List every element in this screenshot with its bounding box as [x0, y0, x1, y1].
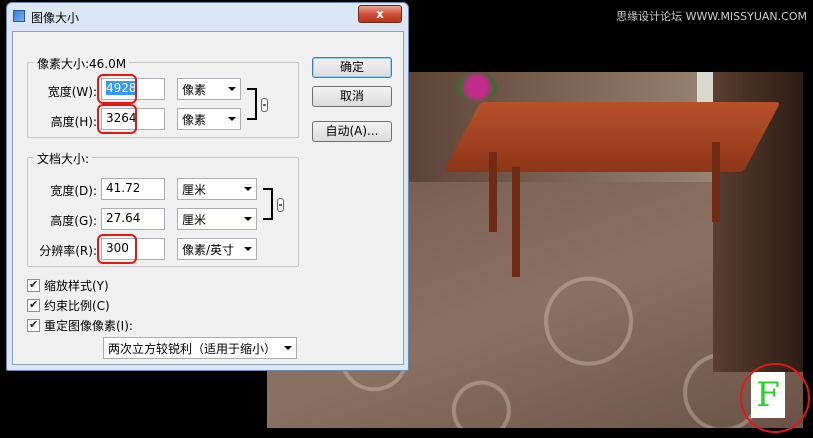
doc-width-unit-select[interactable]: 厘米 — [177, 178, 257, 200]
image-size-dialog: 图像大小 x 像素大小:46.0M 宽度(W): 4928 像素 高度(H): … — [6, 2, 409, 371]
pixel-link-bracket — [247, 88, 257, 120]
desk-leg — [489, 152, 497, 232]
chevron-down-icon — [244, 247, 252, 251]
resample-method-select[interactable]: 两次立方较锐利（适用于缩小） — [103, 337, 297, 359]
document-size-legend: 文档大小: — [34, 150, 93, 167]
doc-height-label: 高度(G): — [50, 214, 97, 228]
checkbox-checked-icon — [27, 318, 40, 332]
cancel-button[interactable]: 取消 — [312, 86, 392, 107]
doc-height-unit-select[interactable]: 厘米 — [177, 208, 257, 230]
app-icon — [13, 10, 25, 22]
doc-height-field[interactable]: 27.64 — [101, 208, 165, 230]
checkbox-checked-icon — [27, 298, 40, 312]
lamp — [697, 72, 713, 102]
chevron-down-icon — [228, 87, 236, 91]
dialog-titlebar[interactable]: 图像大小 x — [7, 3, 408, 31]
scale-styles-checkbox[interactable]: 缩放样式(Y) — [27, 277, 109, 294]
pixel-dimensions-legend: 像素大小:46.0M — [34, 55, 130, 72]
checkbox-checked-icon — [27, 278, 40, 292]
pixel-height-label: 高度(H): — [50, 115, 97, 129]
chevron-down-icon — [284, 346, 292, 350]
dialog-title: 图像大小 — [31, 11, 80, 25]
chevron-down-icon — [244, 217, 252, 221]
desk-leg — [712, 142, 720, 222]
doc-link-bracket — [263, 188, 273, 220]
desk-leg — [512, 167, 520, 277]
flower-vase — [457, 72, 497, 102]
resample-image-checkbox[interactable]: 重定图像像素(I): — [27, 317, 133, 334]
chain-link-icon — [277, 198, 284, 212]
dialog-client: 像素大小:46.0M 宽度(W): 4928 像素 高度(H): 3264 像素… — [12, 31, 404, 365]
badge-highlight-circle — [740, 363, 810, 433]
chevron-down-icon — [244, 187, 252, 191]
resolution-label: 分辨率(R): — [39, 244, 97, 258]
doc-width-field[interactable]: 41.72 — [101, 178, 165, 200]
watermark-text: 思缘设计论坛 WWW.MISSYUAN.COM — [616, 10, 807, 23]
close-button[interactable]: x — [358, 5, 402, 23]
pixel-width-unit-select[interactable]: 像素 — [177, 78, 241, 100]
pixel-height-unit-select[interactable]: 像素 — [177, 108, 241, 130]
pixel-width-highlight — [97, 74, 137, 104]
ok-button[interactable]: 确定 — [312, 57, 392, 78]
pixel-width-label: 宽度(W): — [47, 85, 97, 99]
pixel-height-highlight — [97, 104, 137, 134]
doc-width-label: 宽度(D): — [50, 184, 97, 198]
constrain-proportions-checkbox[interactable]: 约束比例(C) — [27, 297, 110, 314]
chain-link-icon — [261, 98, 268, 112]
resolution-highlight — [97, 234, 137, 264]
resolution-unit-select[interactable]: 像素/英寸 — [177, 238, 257, 260]
auto-button[interactable]: 自动(A)... — [312, 121, 392, 142]
chevron-down-icon — [228, 117, 236, 121]
